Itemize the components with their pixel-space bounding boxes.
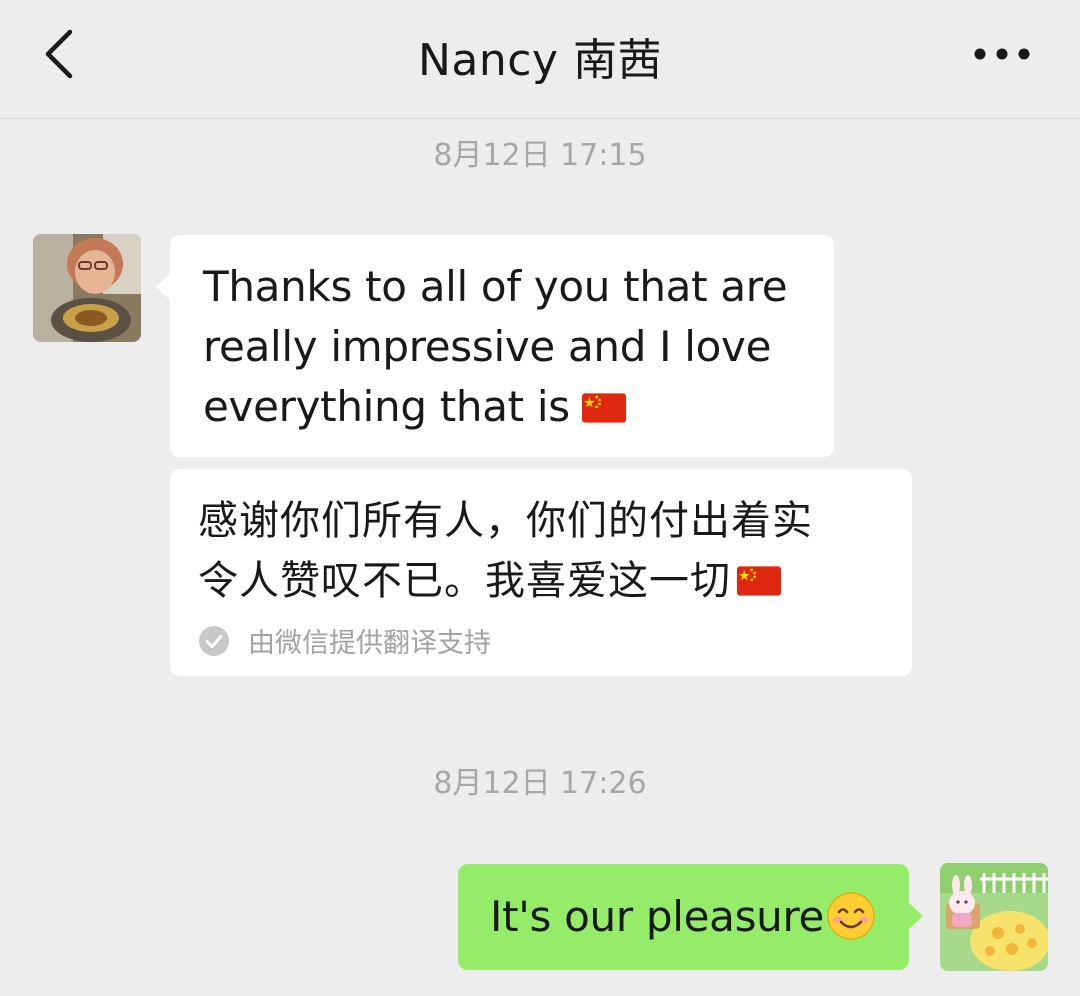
bubble-tail — [156, 273, 171, 301]
message-text: It's our pleasure — [490, 892, 825, 941]
china-flag-icon — [581, 393, 626, 423]
check-circle-icon — [199, 625, 229, 656]
translation-provider-note: 由微信提供翻译支持 — [198, 621, 491, 660]
bubble-tail — [908, 902, 923, 930]
contact-avatar-image — [33, 234, 141, 342]
self-avatar-image — [940, 863, 1048, 971]
self-avatar[interactable] — [940, 863, 1048, 971]
message-timestamp: 8月12日 17:26 — [433, 766, 647, 801]
smiling-face-icon — [827, 892, 875, 940]
outgoing-message-bubble[interactable]: It's our pleasure — [458, 864, 923, 970]
more-button[interactable] — [964, 22, 1040, 86]
message-text: Thanks to all of you that are really imp… — [203, 262, 788, 431]
incoming-message-bubble[interactable]: Thanks to all of you that are really imp… — [156, 235, 834, 457]
chat-title: Nancy 南茜 — [418, 35, 662, 86]
chat-screen: Nancy 南茜 8月12日 17:15 Thanks to all of yo… — [0, 0, 1080, 996]
translation-provider-label: 由微信提供翻译支持 — [248, 628, 491, 659]
chat-header: Nancy 南茜 — [0, 0, 1080, 119]
translation-bubble[interactable]: 感谢你们所有人，你们的付出着实 令人赞叹不已。我喜爱这一切 由微信提供翻译支持 — [170, 469, 912, 676]
translation-text: 感谢你们所有人，你们的付出着实 令人赞叹不已。我喜爱这一切 — [198, 498, 813, 604]
contact-avatar[interactable] — [33, 234, 141, 342]
more-dots-icon — [974, 48, 1030, 60]
china-flag-icon — [737, 566, 781, 596]
message-timestamp: 8月12日 17:15 — [433, 138, 647, 173]
